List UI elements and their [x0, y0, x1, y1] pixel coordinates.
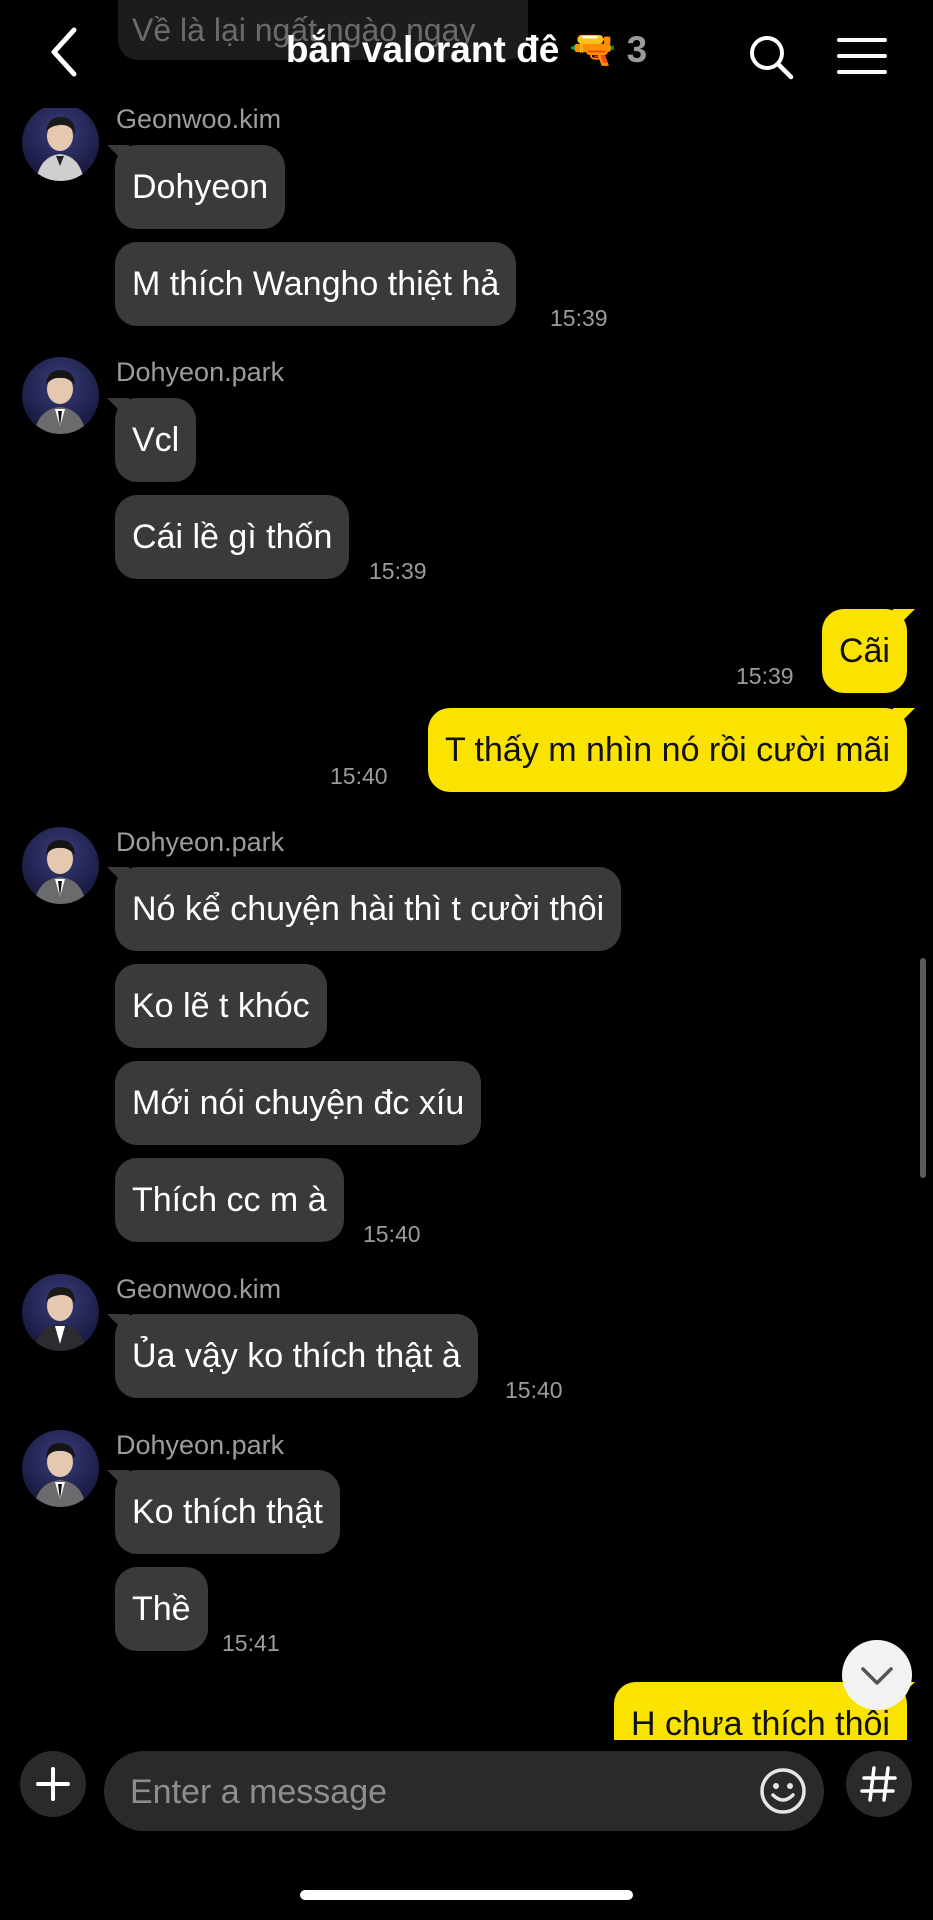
message-bubble[interactable]: Cái lề gì thốn	[115, 495, 350, 579]
message-bubble[interactable]: Vcl	[115, 398, 197, 482]
scroll-to-bottom-button[interactable]	[842, 1640, 912, 1710]
message-time: 15:40	[505, 1377, 563, 1403]
plus-icon	[36, 1767, 70, 1801]
message-input[interactable]	[128, 1751, 732, 1833]
message-time: 15:39	[550, 305, 608, 331]
profile-photo	[34, 840, 86, 904]
message-time: 15:40	[330, 763, 388, 789]
chevron-left-icon	[51, 27, 77, 77]
smiley-icon	[760, 1768, 806, 1814]
message-bubble[interactable]: Dohyeon	[115, 145, 286, 229]
avatar-geonwoo[interactable]	[22, 104, 99, 181]
message-time: 15:39	[369, 558, 427, 584]
message-bubble-outgoing[interactable]: T thấy m nhìn nó rồi cười mãi	[427, 708, 907, 792]
sender-name: Geonwoo.kim	[116, 104, 282, 134]
search-icon	[750, 36, 794, 80]
emoji-button[interactable]	[758, 1766, 808, 1816]
message-bubble[interactable]: Ủa vậy ko thích thật à	[115, 1314, 478, 1398]
avatar-geonwoo[interactable]	[22, 1274, 99, 1351]
avatar-dohyeon[interactable]	[22, 827, 99, 904]
home-indicator[interactable]	[300, 1890, 633, 1900]
sender-name: Dohyeon.park	[116, 827, 285, 857]
message-time: 15:39	[736, 663, 794, 689]
back-button[interactable]	[44, 22, 104, 82]
message-bubble[interactable]: Ko thích thật	[115, 1470, 340, 1554]
message-bubble[interactable]: Nó kể chuyện hài thì t cười thôi	[115, 867, 622, 951]
sender-name: Dohyeon.park	[116, 1430, 285, 1460]
avatar-dohyeon[interactable]	[22, 357, 99, 434]
message-time: 15:40	[363, 1221, 421, 1247]
profile-photo	[34, 1443, 86, 1507]
previous-message-peek: Về là lại ngất ngào ngay	[118, 0, 528, 60]
message-bubble[interactable]: Mới nói chuyện đc xíu	[115, 1061, 482, 1145]
message-bubble[interactable]: Ko lẽ t khóc	[115, 964, 327, 1048]
message-time: 15:41	[222, 1630, 280, 1656]
sender-name: Dohyeon.park	[116, 357, 285, 387]
search-button[interactable]	[744, 30, 800, 86]
hashtag-button[interactable]	[846, 1751, 912, 1817]
profile-photo	[34, 370, 86, 434]
message-bubble-outgoing[interactable]: Cãi	[821, 609, 907, 693]
attach-button[interactable]	[20, 1751, 86, 1817]
profile-photo	[36, 116, 84, 181]
message-bubble[interactable]: Thề	[115, 1567, 208, 1651]
hamburger-menu-icon	[837, 38, 887, 74]
avatar-dohyeon[interactable]	[22, 1430, 99, 1507]
chevron-down-icon	[861, 1667, 893, 1685]
sender-name: Geonwoo.kim	[116, 1274, 282, 1304]
previous-message-text: Về là lại ngất ngào ngay	[132, 12, 476, 48]
menu-button[interactable]	[836, 30, 888, 82]
message-input-container	[104, 1751, 824, 1833]
message-bubble[interactable]: M thích Wangho thiệt hả	[115, 242, 517, 326]
profile-photo	[34, 1286, 86, 1351]
hashtag-icon	[860, 1766, 897, 1802]
message-bubble[interactable]: Thích cc m à	[115, 1158, 344, 1242]
scrollbar-thumb[interactable]	[920, 958, 926, 1178]
